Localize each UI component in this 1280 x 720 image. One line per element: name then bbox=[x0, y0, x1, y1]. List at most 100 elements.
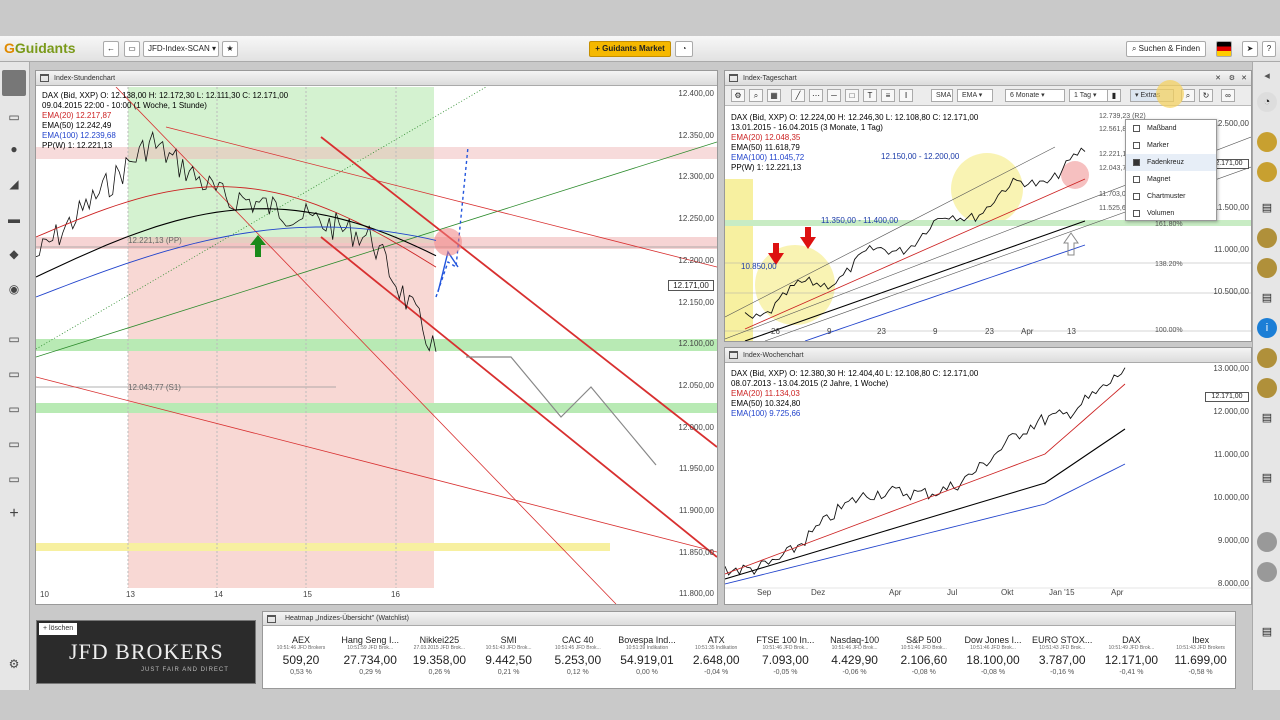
close-panel-icon[interactable]: ✕ bbox=[1241, 71, 1247, 86]
indicator-icon[interactable]: Ⅰ bbox=[899, 89, 913, 102]
link-icon[interactable]: ∞ bbox=[1221, 89, 1235, 102]
chart-icon[interactable]: ◢ bbox=[4, 177, 24, 191]
gear-icon[interactable]: ⚙ bbox=[4, 657, 24, 671]
contact-icon-4[interactable] bbox=[1257, 378, 1277, 398]
draw-line-icon[interactable]: ╱ bbox=[791, 89, 805, 102]
checkbox-icon[interactable] bbox=[1133, 142, 1140, 149]
menu-item[interactable]: Marker bbox=[1126, 137, 1216, 154]
y-tick-label: 12.050,00 bbox=[678, 380, 714, 390]
text-icon[interactable]: T bbox=[863, 89, 877, 102]
tag-icon[interactable]: ◆ bbox=[4, 247, 24, 261]
contact-icon-1[interactable] bbox=[1257, 228, 1277, 248]
checkbox-icon[interactable] bbox=[1133, 125, 1140, 132]
weekly-x-axis: Sep Dez Apr Jul Okt Jan '15 Apr bbox=[725, 586, 1251, 600]
settings-icon[interactable]: ⚙ bbox=[731, 89, 745, 102]
heatmap-tile[interactable]: Hang Seng I... 10:51:59 JFD Brok... 27.734… bbox=[336, 629, 404, 687]
contact-icon-3[interactable] bbox=[1257, 348, 1277, 368]
contact-icon-6[interactable] bbox=[1257, 562, 1277, 582]
add-icon[interactable]: + bbox=[4, 506, 24, 522]
user-avatar[interactable] bbox=[2, 70, 26, 96]
heatmap-tile[interactable]: FTSE 100 In... 10:51:46 JFD Brok... 7.093,… bbox=[751, 629, 819, 687]
heatmap-tile[interactable]: Nasdaq-100 10:51:46 JFD Brok... 4.429,90 -0… bbox=[821, 629, 889, 687]
menu-item[interactable]: Chartmuster bbox=[1126, 188, 1216, 205]
fibonacci-icon[interactable]: ≡ bbox=[881, 89, 895, 102]
delete-button[interactable]: + löschen bbox=[39, 623, 78, 635]
monitor-icon[interactable]: ▭ bbox=[4, 110, 24, 124]
ema-select[interactable]: EMA ▾ bbox=[957, 89, 993, 102]
guidants-market-button[interactable]: + Guidants Market bbox=[589, 41, 671, 57]
flag-de-icon[interactable] bbox=[1216, 41, 1232, 57]
monitor-icon[interactable]: ▭ bbox=[124, 41, 140, 57]
jfd-brokers-banner[interactable]: + löschen JFD BROKERS JUST FAIR AND DIRE… bbox=[36, 620, 256, 684]
tile-price: 18.100,00 bbox=[966, 653, 1020, 667]
menu-item[interactable]: Maßband bbox=[1126, 120, 1216, 137]
heatmap-tile[interactable]: CAC 40 10:51:45 JFD Brok... 5.253,00 0,12 % bbox=[544, 629, 612, 687]
heatmap-tile[interactable]: DAX 10:51:49 JFD Brok... 12.171,00 -0,41 % bbox=[1097, 629, 1165, 687]
heatmap-tile[interactable]: Ibex 10:51:43 JFD Brokers 11.699,00 -0,58 % bbox=[1167, 629, 1235, 687]
grid-icon[interactable]: ▦ bbox=[767, 89, 781, 102]
signal-icon[interactable]: ◉ bbox=[4, 282, 24, 296]
guidants-logo[interactable]: GGuidants bbox=[4, 40, 76, 56]
checkbox-icon[interactable] bbox=[1133, 176, 1140, 183]
help-icon[interactable]: ? bbox=[1262, 41, 1276, 57]
menu-item[interactable]: Fadenkreuz bbox=[1126, 154, 1216, 171]
weekly-ema100-line bbox=[725, 463, 1126, 585]
document-icon[interactable]: ▤ bbox=[1257, 198, 1277, 218]
back-icon[interactable]: ← bbox=[103, 41, 119, 57]
menu-item[interactable]: Volumen bbox=[1126, 205, 1216, 222]
top-toolbar: GGuidants ← ▭ JFD-Index-SCAN ▾ ★ + Guida… bbox=[0, 36, 1280, 62]
screen-icon-3[interactable]: ▭ bbox=[4, 402, 24, 416]
heatmap-tile[interactable]: ATX 10:51:35 Indikation 2.648,00 -0,04 % bbox=[682, 629, 750, 687]
coin-icon-1[interactable] bbox=[1257, 132, 1277, 152]
briefcase-icon[interactable]: ▬ bbox=[4, 212, 24, 226]
hourly-legend: DAX (Bid, XXP) O: 12.138,00 H: 12.172,30… bbox=[42, 91, 288, 151]
screen-icon-4[interactable]: ▭ bbox=[4, 437, 24, 451]
legend-line: EMA(20) 12.217,87 bbox=[42, 111, 112, 120]
speedometer-icon[interactable]: ◔ bbox=[675, 41, 693, 57]
document-icon-5[interactable]: ▤ bbox=[1257, 622, 1277, 642]
workspace-select[interactable]: JFD-Index-SCAN ▾ bbox=[143, 41, 219, 57]
menu-item[interactable]: Magnet bbox=[1126, 171, 1216, 188]
refresh-icon[interactable]: ↻ bbox=[1199, 89, 1213, 102]
hourly-chart-canvas[interactable]: 12.221,13 (PP) 12.043,77 (S1) bbox=[36, 87, 717, 604]
period-select[interactable]: 6 Monate ▾ bbox=[1005, 89, 1065, 102]
heatmap-tile[interactable]: Bovespa Ind... 10:51:39 Indikation 54.919,… bbox=[613, 629, 681, 687]
checkbox-icon[interactable] bbox=[1133, 159, 1140, 166]
screen-icon-5[interactable]: ▭ bbox=[4, 472, 24, 486]
screen-icon-1[interactable]: ▭ bbox=[4, 332, 24, 346]
settings-icon[interactable]: ⚙ bbox=[1229, 71, 1235, 86]
y-tick-label: 12.200,00 bbox=[678, 255, 714, 265]
daily-level-label: 161.80% bbox=[1155, 221, 1183, 228]
collapse-icon[interactable]: ◂ bbox=[1257, 66, 1277, 86]
heatmap-tile[interactable]: SMI 10:51:43 JFD Brok... 9.442,50 0,21 % bbox=[475, 629, 543, 687]
close-icon[interactable]: ✕ bbox=[1215, 71, 1221, 86]
heatmap-tile[interactable]: Dow Jones I... 10:51:46 JFD Brok... 18.100… bbox=[959, 629, 1027, 687]
lightbulb-icon[interactable]: ◔ bbox=[1257, 92, 1277, 112]
checkbox-icon[interactable] bbox=[1133, 193, 1140, 200]
heatmap-tile[interactable]: AEX 10:51:46 JFD Brokers 509,20 0,53 % bbox=[267, 629, 335, 687]
rectangle-icon[interactable]: □ bbox=[845, 89, 859, 102]
document-icon-3[interactable]: ▤ bbox=[1257, 408, 1277, 428]
weekly-chart-title: Index-Wochenchart bbox=[725, 348, 1251, 363]
coin-icon-2[interactable] bbox=[1257, 162, 1277, 182]
contact-icon-5[interactable] bbox=[1257, 532, 1277, 552]
send-icon[interactable]: ➤ bbox=[1242, 41, 1258, 57]
document-icon-4[interactable]: ▤ bbox=[1257, 468, 1277, 488]
candle-type-icon[interactable]: ▮ bbox=[1107, 89, 1121, 102]
search-icon[interactable]: ⌕ bbox=[749, 89, 763, 102]
heatmap-tile[interactable]: Nikkei225 27.03.2015 JFD Brok... 19.358,00… bbox=[405, 629, 473, 687]
document-icon-2[interactable]: ▤ bbox=[1257, 288, 1277, 308]
contact-icon-2[interactable] bbox=[1257, 258, 1277, 278]
search-button[interactable]: ⌕ Suchen & Finden bbox=[1126, 41, 1206, 57]
sma-button[interactable]: SMA bbox=[931, 89, 953, 102]
heatmap-tile[interactable]: EURO STOX... 10:51:43 JFD Brok... 3.787,00… bbox=[1028, 629, 1096, 687]
dotted-line-icon[interactable]: ⋯ bbox=[809, 89, 823, 102]
y-tick-label: 12.000,00 bbox=[1213, 407, 1249, 416]
info-icon[interactable]: i bbox=[1257, 318, 1277, 338]
star-icon[interactable]: ★ bbox=[222, 41, 238, 57]
bubble-icon[interactable]: ● bbox=[4, 142, 24, 156]
heatmap-tile[interactable]: S&P 500 10:51:46 JFD Brok... 2.106,60 -0,08… bbox=[890, 629, 958, 687]
horizontal-line-icon[interactable]: ─ bbox=[827, 89, 841, 102]
checkbox-icon[interactable] bbox=[1133, 210, 1140, 217]
screen-icon-2[interactable]: ▭ bbox=[4, 367, 24, 381]
